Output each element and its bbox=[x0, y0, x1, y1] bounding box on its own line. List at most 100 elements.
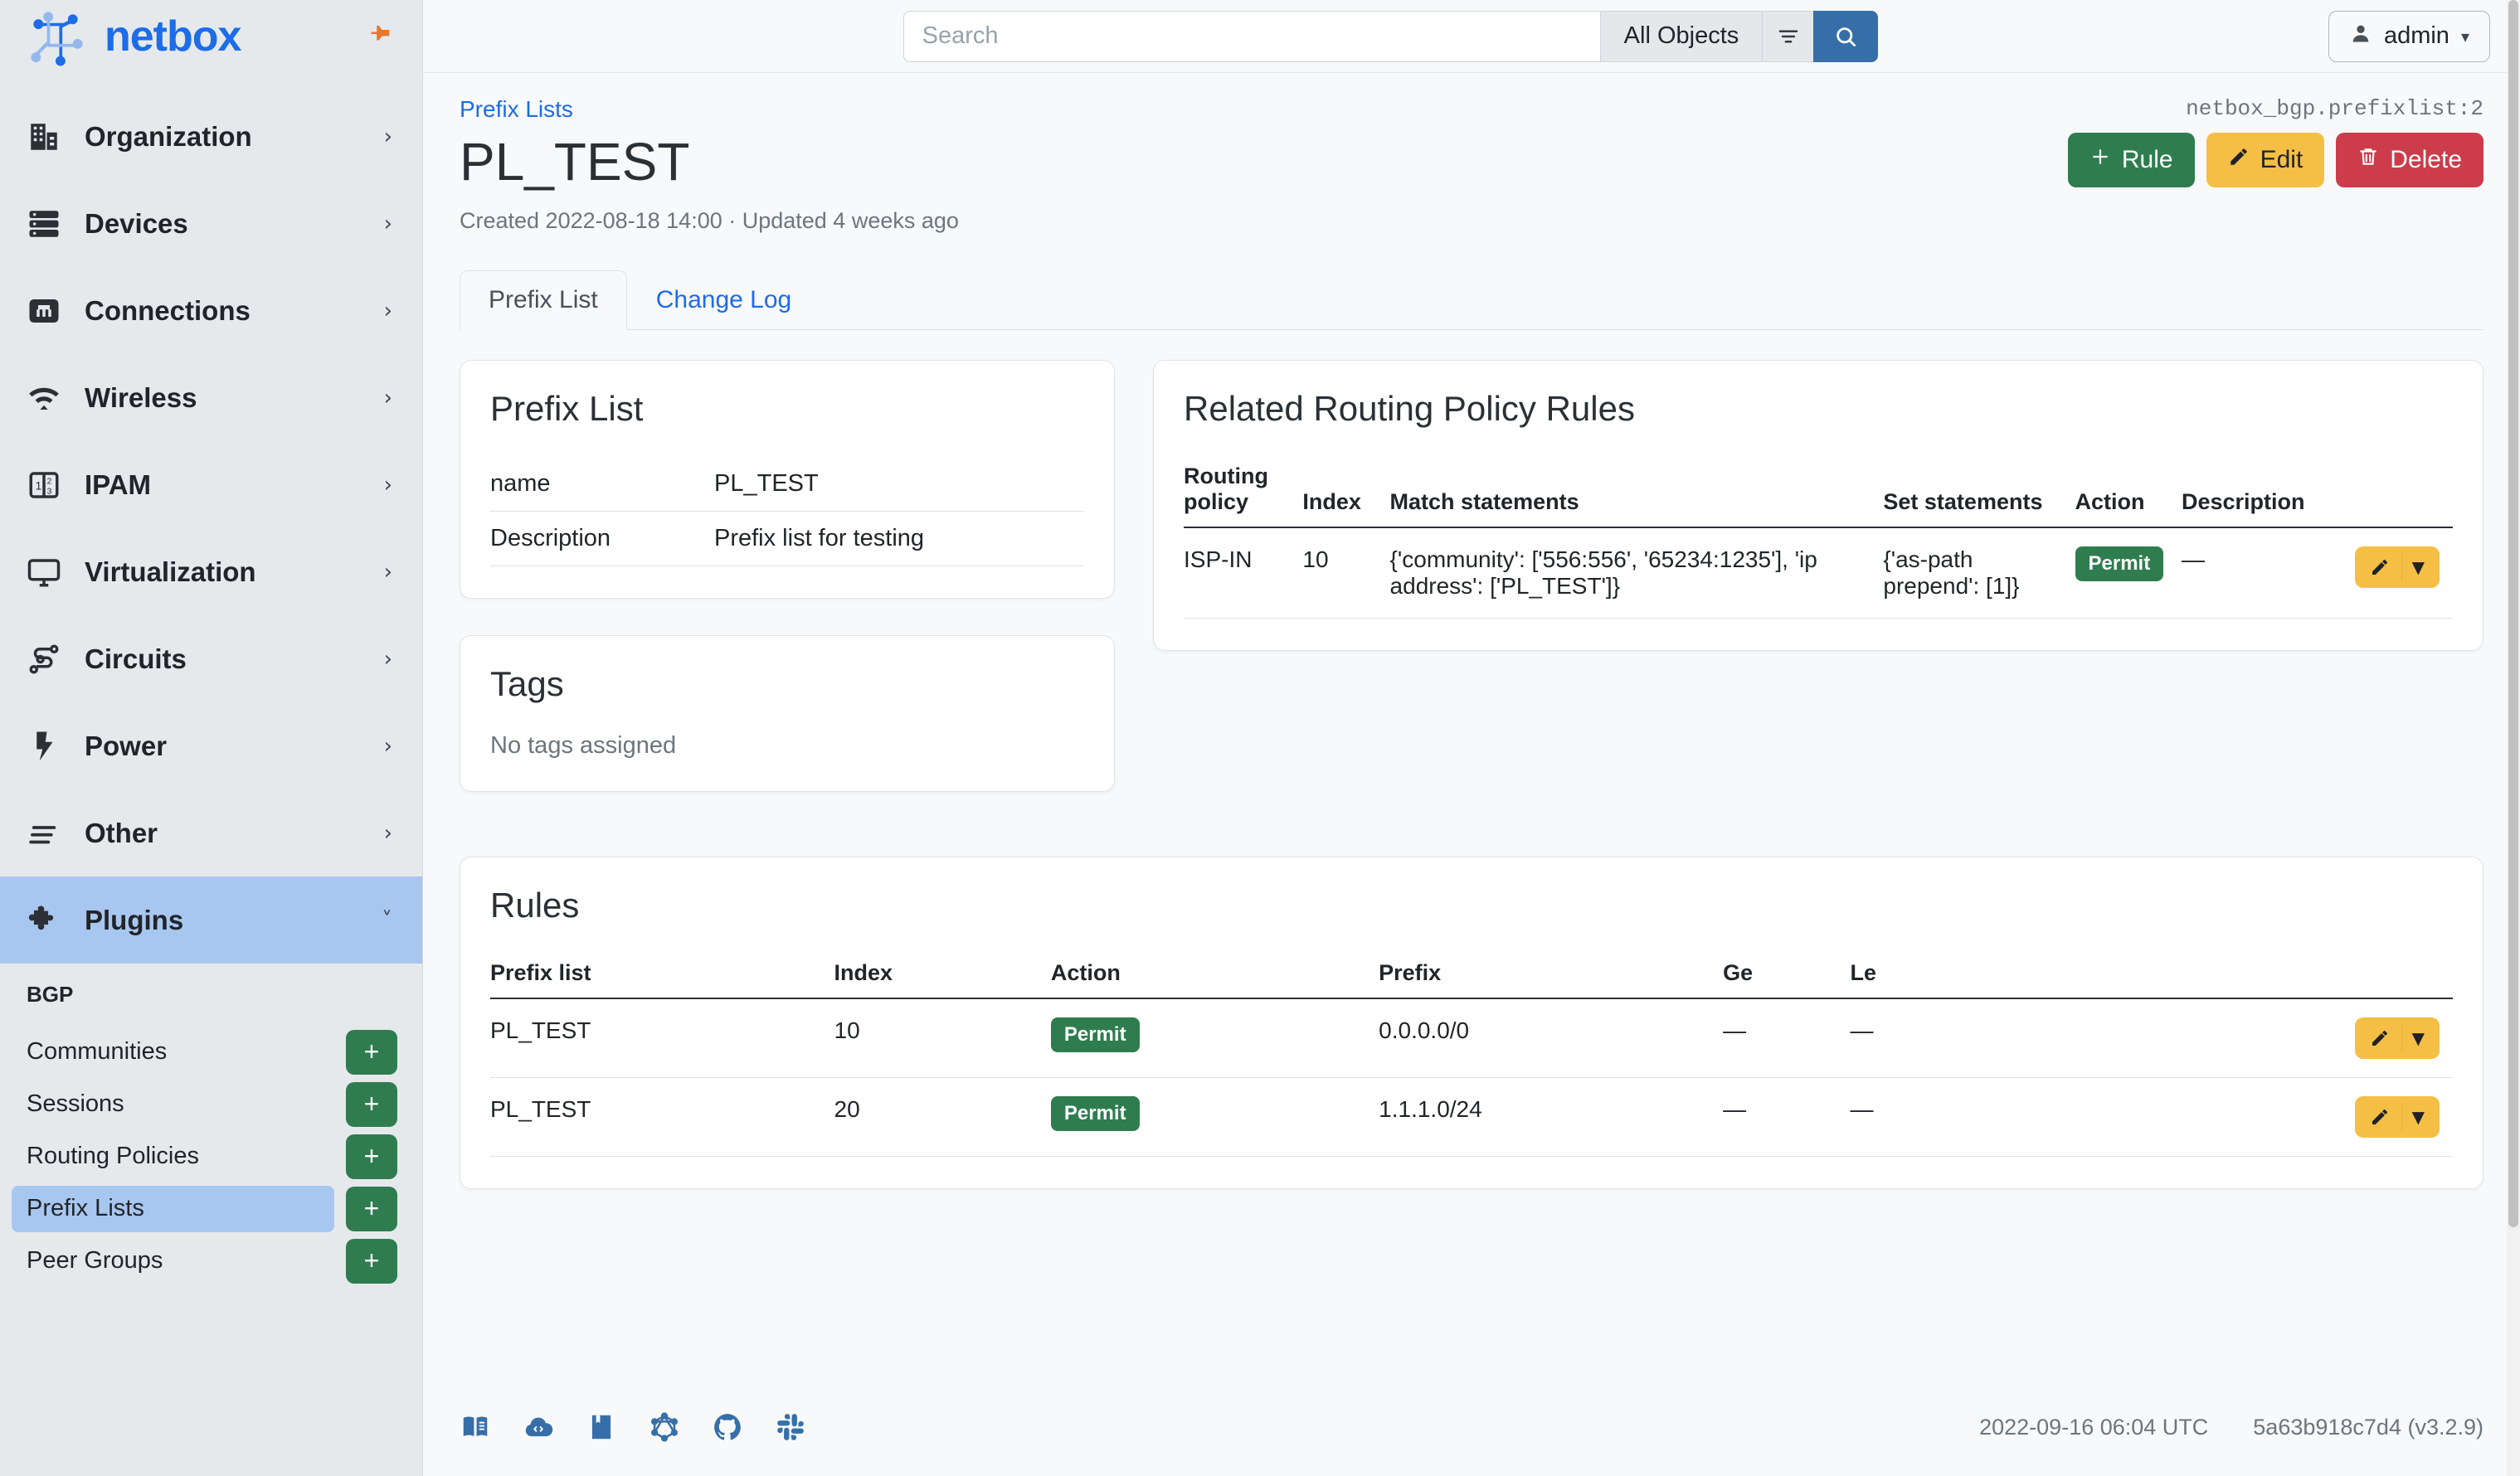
cell-index[interactable]: 20 bbox=[834, 1078, 1051, 1157]
sidebar-item-virtualization[interactable]: Virtualization › bbox=[0, 528, 422, 615]
monitor-icon bbox=[25, 553, 63, 591]
cell-le: — bbox=[1851, 1078, 2355, 1157]
related-routing-policy-rules-card: Related Routing Policy Rules Routing pol… bbox=[1153, 360, 2484, 651]
cell-prefix[interactable]: 0.0.0.0/0 bbox=[1379, 998, 1723, 1078]
user-menu-label: admin bbox=[2384, 22, 2449, 50]
column-header-index: Index bbox=[834, 954, 1051, 998]
search-scope-selector[interactable]: All Objects bbox=[1600, 11, 1763, 62]
pin-icon[interactable] bbox=[367, 22, 392, 51]
docs-book-icon[interactable] bbox=[460, 1411, 491, 1443]
tab-change-log[interactable]: Change Log bbox=[627, 270, 820, 330]
cell-prefix-list[interactable]: PL_TEST bbox=[490, 1078, 834, 1157]
sidebar-item-devices[interactable]: Devices › bbox=[0, 180, 422, 267]
add-prefix-list-button[interactable]: + bbox=[346, 1187, 397, 1231]
sidebar-item-circuits[interactable]: Circuits › bbox=[0, 615, 422, 702]
pencil-icon[interactable] bbox=[2355, 1028, 2401, 1048]
cell-description: — bbox=[2182, 527, 2355, 619]
puzzle-icon bbox=[25, 901, 63, 939]
edit-button[interactable]: Edit bbox=[2206, 133, 2325, 187]
sidebar-item-connections[interactable]: Connections › bbox=[0, 267, 422, 354]
caret-down-icon[interactable]: ▼ bbox=[2402, 1028, 2440, 1048]
page-header-right: netbox_bgp.prefixlist:2 Rule bbox=[2068, 96, 2484, 187]
field-value: PL_TEST bbox=[714, 457, 1084, 512]
tab-prefix-list[interactable]: Prefix List bbox=[460, 270, 627, 330]
sidebar-item-prefix-lists[interactable]: Prefix Lists bbox=[12, 1186, 334, 1232]
graphql-icon[interactable] bbox=[649, 1411, 680, 1443]
row-edit-split-button[interactable]: ▼ bbox=[2355, 1096, 2440, 1138]
cell-row-actions: ▼ bbox=[2355, 998, 2453, 1078]
cell-routing-policy[interactable]: ISP-IN bbox=[1184, 527, 1302, 619]
caret-down-icon[interactable]: ▼ bbox=[2402, 1107, 2440, 1127]
pencil-icon[interactable] bbox=[2355, 557, 2401, 577]
chevron-right-icon: › bbox=[384, 213, 392, 235]
add-routing-policy-button[interactable]: + bbox=[346, 1134, 397, 1179]
plugin-group-title-bgp: BGP bbox=[0, 982, 422, 1007]
table-row: ISP-IN 10 {'community': ['556:556', '652… bbox=[1184, 527, 2453, 619]
ethernet-port-icon bbox=[25, 292, 63, 330]
person-icon bbox=[2349, 22, 2372, 51]
chevron-right-icon: › bbox=[384, 561, 392, 583]
cell-prefix-list[interactable]: PL_TEST bbox=[490, 998, 834, 1078]
sidebar-item-peer-groups[interactable]: Peer Groups bbox=[12, 1238, 334, 1284]
sidebar-item-organization[interactable]: Organization › bbox=[0, 93, 422, 180]
search-icon[interactable] bbox=[1813, 11, 1878, 62]
pencil-icon[interactable] bbox=[2355, 1107, 2401, 1127]
server-rack-icon bbox=[25, 205, 63, 243]
page-header: Prefix Lists PL_TEST Created 2022-08-18 … bbox=[460, 96, 2484, 234]
sidebar-item-label: Power bbox=[85, 731, 362, 762]
github-icon[interactable] bbox=[712, 1411, 743, 1443]
sidebar-nav: Organization › Devices › bbox=[0, 93, 422, 1287]
cell-prefix[interactable]: 1.1.1.0/24 bbox=[1379, 1078, 1723, 1157]
card-title: Tags bbox=[490, 664, 1084, 704]
column-header-index: Index bbox=[1302, 457, 1389, 527]
sidebar-item-other[interactable]: Other › bbox=[0, 789, 422, 876]
api-cloud-icon[interactable] bbox=[523, 1411, 554, 1443]
filter-icon[interactable] bbox=[1762, 11, 1813, 62]
row-edit-split-button[interactable]: ▼ bbox=[2355, 546, 2440, 588]
caret-down-icon[interactable]: ▼ bbox=[2402, 557, 2440, 577]
vertical-scrollbar[interactable] bbox=[2507, 0, 2520, 1476]
svg-text:2: 2 bbox=[47, 476, 52, 486]
right-column: Related Routing Policy Rules Routing pol… bbox=[1153, 360, 2484, 687]
sidebar-item-routing-policies[interactable]: Routing Policies bbox=[12, 1134, 334, 1180]
lightning-icon bbox=[25, 727, 63, 765]
delete-button[interactable]: Delete bbox=[2336, 133, 2484, 187]
breadcrumb[interactable]: Prefix Lists bbox=[460, 96, 2068, 123]
scrollbar-thumb[interactable] bbox=[2508, 0, 2518, 1227]
sidebar-item-wireless[interactable]: Wireless › bbox=[0, 354, 422, 441]
table-row: PL_TEST 10 Permit 0.0.0.0/0 — — bbox=[490, 998, 2453, 1078]
column-header-actions bbox=[2355, 457, 2453, 527]
sidebar-item-power[interactable]: Power › bbox=[0, 702, 422, 789]
table-row: name PL_TEST bbox=[490, 457, 1084, 512]
sidebar-item-communities[interactable]: Communities bbox=[12, 1029, 334, 1075]
edit-label: Edit bbox=[2260, 146, 2304, 174]
sidebar-item-sessions[interactable]: Sessions bbox=[12, 1081, 334, 1128]
building-icon bbox=[25, 118, 63, 156]
prefix-list-detail-table: name PL_TEST Description Prefix list for… bbox=[490, 457, 1084, 566]
cell-index[interactable]: 10 bbox=[1302, 527, 1389, 619]
sidebar-item-label: Wireless bbox=[85, 382, 362, 414]
add-session-button[interactable]: + bbox=[346, 1082, 397, 1127]
cell-index[interactable]: 10 bbox=[834, 998, 1051, 1078]
search-input[interactable] bbox=[903, 11, 1600, 62]
cell-row-actions: ▼ bbox=[2355, 527, 2453, 619]
user-menu-button[interactable]: admin ▾ bbox=[2328, 11, 2490, 62]
sidebar-item-ipam[interactable]: 1 2 3 IPAM › bbox=[0, 441, 422, 528]
sidebar-item-plugins[interactable]: Plugins ˅ bbox=[0, 876, 422, 964]
column-header-prefix: Prefix bbox=[1379, 954, 1723, 998]
brand-header: netbox bbox=[0, 0, 422, 73]
table-row: Description Prefix list for testing bbox=[490, 512, 1084, 566]
status-badge: Permit bbox=[2075, 546, 2164, 581]
add-peer-group-button[interactable]: + bbox=[346, 1239, 397, 1284]
tags-empty-text: No tags assigned bbox=[490, 732, 1084, 760]
add-community-button[interactable]: + bbox=[346, 1030, 397, 1075]
footer-timestamp: 2022-09-16 06:04 UTC bbox=[1979, 1415, 2208, 1440]
row-edit-split-button[interactable]: ▼ bbox=[2355, 1017, 2440, 1059]
sidebar-item-label: Connections bbox=[85, 295, 362, 327]
slack-icon[interactable] bbox=[775, 1411, 806, 1443]
main-area: All Objects admin bbox=[423, 0, 2520, 1476]
footer-status: 2022-09-16 06:04 UTC 5a63b918c7d4 (v3.2.… bbox=[1979, 1415, 2484, 1440]
cell-match-statements: {'community': ['556:556', '65234:1235'],… bbox=[1390, 527, 1884, 619]
add-rule-button[interactable]: Rule bbox=[2068, 133, 2195, 187]
bookmark-icon[interactable] bbox=[586, 1411, 617, 1443]
